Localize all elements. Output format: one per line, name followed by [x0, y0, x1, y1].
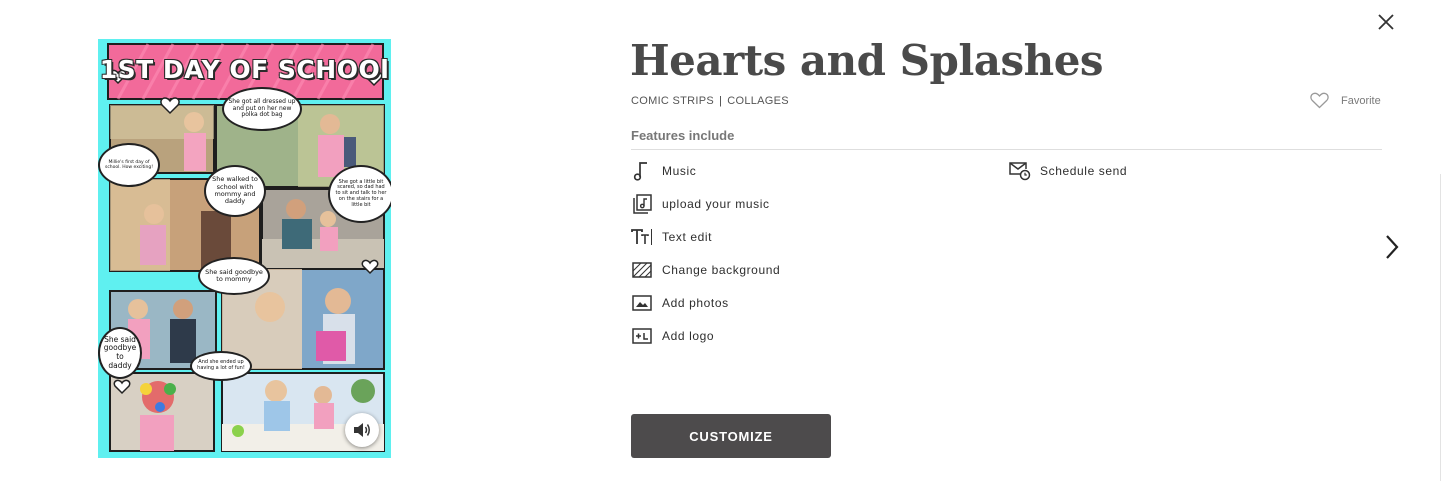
photo-icon — [631, 292, 653, 314]
close-button[interactable] — [1374, 10, 1398, 34]
features-heading: Features include — [631, 128, 735, 143]
schedule-send-icon — [1009, 160, 1031, 182]
speaker-icon — [354, 423, 370, 437]
category-breadcrumb: COMIC STRIPS | COLLAGES — [631, 95, 789, 107]
product-title: Hearts and Splashes — [630, 36, 1104, 85]
speech-bubble: She said goodbye to daddy — [98, 327, 142, 379]
text-edit-icon — [631, 226, 653, 248]
speech-bubble: She said goodbye to mommy — [198, 257, 270, 295]
feature-add-logo: Add logo — [631, 325, 714, 347]
feature-change-background: Change background — [631, 259, 780, 281]
speech-bubble: And she ended up having a lot of fun! — [190, 351, 252, 381]
chevron-right-icon — [1386, 235, 1399, 259]
feature-add-photos: Add photos — [631, 292, 729, 314]
divider — [631, 149, 1382, 150]
card-preview: 1ST DAY OF SCHOOl She got all dressed up… — [98, 39, 391, 458]
product-detail-modal: 1ST DAY OF SCHOOl She got all dressed up… — [0, 0, 1442, 481]
scrollbar-track[interactable] — [1440, 174, 1441, 481]
speech-bubble: She got a little bit scared, so dad had … — [328, 165, 391, 223]
category-separator: | — [719, 95, 723, 107]
music-note-icon — [631, 160, 653, 182]
speech-bubble: She got all dressed up and put on her ne… — [222, 87, 302, 131]
next-card-button[interactable] — [1381, 232, 1403, 262]
category-link-comic-strips[interactable]: COMIC STRIPS — [631, 95, 714, 107]
card-headline: 1ST DAY OF SCHOOl — [99, 55, 390, 84]
favorite-label: Favorite — [1341, 94, 1381, 107]
feature-text-edit: Text edit — [631, 226, 712, 248]
customize-button[interactable]: CUSTOMIZE — [631, 414, 831, 458]
add-logo-icon — [631, 325, 653, 347]
favorite-button[interactable]: Favorite — [1310, 92, 1381, 109]
category-link-collages[interactable]: COLLAGES — [727, 95, 789, 107]
heart-icon — [1310, 92, 1329, 109]
feature-schedule-send: Schedule send — [1009, 160, 1127, 182]
speech-bubble: She walked to school with mommy and dadd… — [204, 165, 266, 217]
upload-music-icon — [631, 193, 653, 215]
feature-upload-music: upload your music — [631, 193, 770, 215]
sound-toggle-button[interactable] — [345, 413, 379, 447]
feature-music: Music — [631, 160, 696, 182]
background-icon — [631, 259, 653, 281]
close-icon — [1378, 14, 1394, 30]
speech-bubble: Millie's first day of school. How exciti… — [98, 143, 160, 187]
